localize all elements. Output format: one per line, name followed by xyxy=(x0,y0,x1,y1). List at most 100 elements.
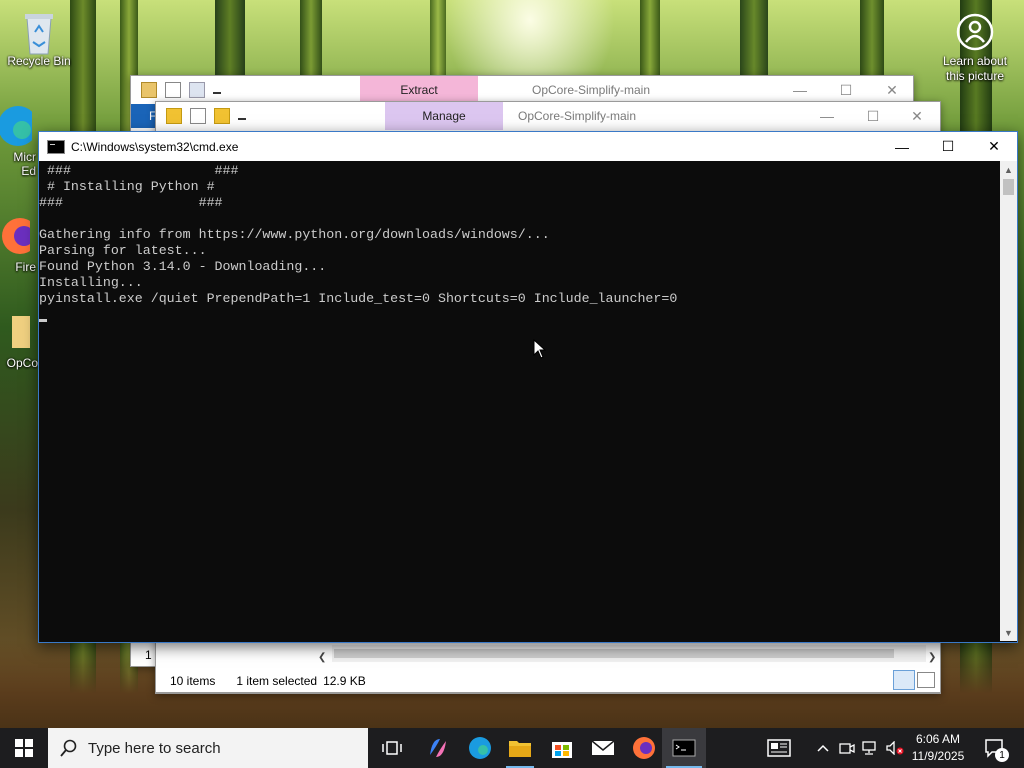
volume-muted-icon xyxy=(886,741,904,755)
clock-date: 11/9/2025 xyxy=(911,749,965,763)
folder-icon xyxy=(509,741,531,757)
learn-about-picture[interactable]: Learn about this picture xyxy=(936,12,1014,84)
scrollbar-thumb[interactable] xyxy=(334,649,894,658)
status-size: 12.9 KB xyxy=(323,674,366,688)
camera-icon xyxy=(839,743,855,754)
system-clock[interactable]: 6:06 AM 11/9/2025 xyxy=(903,731,973,765)
horizontal-scrollbar[interactable] xyxy=(332,645,926,662)
zip-folder-icon xyxy=(141,82,157,98)
edge-icon xyxy=(0,104,38,148)
text-cursor xyxy=(39,319,47,322)
mouse-pointer-icon xyxy=(533,338,547,362)
status-items: 10 items xyxy=(170,674,216,688)
cmd-titlebar[interactable]: C:\Windows\system32\cmd.exe — ☐ ✕ xyxy=(39,132,1017,161)
status-selected: 1 item selected xyxy=(236,674,318,688)
scroll-up-icon[interactable]: ▲ xyxy=(1000,161,1017,178)
desktop-icon-label: Fire xyxy=(15,260,36,274)
console-output[interactable]: ### ### # Installing Python # ### ### Ga… xyxy=(39,161,1000,643)
notification-badge: 1 xyxy=(995,748,1009,762)
explorer-titlebar[interactable]: Extract OpCore-Simplify-main — ☐ ✕ xyxy=(131,76,913,104)
notifications-button[interactable]: 1 xyxy=(980,728,1010,768)
desktop-icon-opcore-folder[interactable]: OpCo xyxy=(0,310,38,370)
scroll-left-icon[interactable]: ❮ xyxy=(318,652,326,663)
firefox-icon xyxy=(633,737,655,759)
minimize-button[interactable]: — xyxy=(804,102,850,130)
cmd-icon xyxy=(672,739,696,757)
news-icon xyxy=(767,739,791,757)
tab-extract[interactable]: Extract xyxy=(360,76,478,104)
desktop-icon-label: Recycle Bin xyxy=(7,54,71,68)
properties-icon[interactable] xyxy=(190,108,206,124)
recycle-bin-icon xyxy=(17,8,61,55)
scroll-right-icon[interactable]: ❯ xyxy=(928,652,936,663)
cmd-window[interactable]: C:\Windows\system32\cmd.exe — ☐ ✕ ### ##… xyxy=(38,131,1018,643)
learn-about-label: Learn about this picture xyxy=(942,54,1008,83)
new-folder-icon[interactable] xyxy=(189,82,205,98)
minimize-button[interactable]: — xyxy=(777,76,823,104)
camera-info-icon xyxy=(955,12,995,52)
file-tab[interactable]: F xyxy=(131,104,157,128)
close-button[interactable]: ✕ xyxy=(869,76,915,104)
minimize-button[interactable]: — xyxy=(879,132,925,161)
edge-icon xyxy=(469,737,491,759)
scrollbar-thumb[interactable] xyxy=(1003,179,1014,195)
chevron-down-icon[interactable] xyxy=(238,112,246,120)
taskbar-store[interactable] xyxy=(542,728,582,768)
taskbar-edge[interactable] xyxy=(460,728,500,768)
console-line: ### ### xyxy=(39,195,223,210)
search-icon xyxy=(60,739,77,757)
desktop-icon-edge[interactable]: Micr Ed xyxy=(0,104,40,178)
console-line: Gathering info from https://www.python.o… xyxy=(39,227,550,242)
details-view-icon[interactable] xyxy=(893,670,915,690)
taskbar-file-explorer[interactable] xyxy=(500,728,540,768)
windows-logo-icon xyxy=(15,739,33,757)
maximize-button[interactable]: ☐ xyxy=(850,102,896,130)
close-button[interactable]: ✕ xyxy=(894,102,940,130)
console-line: Parsing for latest... xyxy=(39,243,207,258)
task-view-icon xyxy=(382,741,402,755)
taskbar-cmd[interactable] xyxy=(662,728,706,768)
console-line: ### ### xyxy=(39,163,239,178)
folder-icon xyxy=(0,310,32,354)
tab-manage[interactable]: Manage xyxy=(385,102,503,130)
desktop-icon-label: Micr Ed xyxy=(13,150,36,178)
start-button[interactable] xyxy=(4,728,44,768)
desktop-icon-recycle-bin[interactable]: Recycle Bin xyxy=(2,8,76,68)
chevron-down-icon[interactable] xyxy=(213,86,221,94)
cmd-icon xyxy=(47,139,65,154)
network-button[interactable] xyxy=(860,728,882,768)
taskbar-mail[interactable] xyxy=(583,728,623,768)
properties-icon[interactable] xyxy=(165,82,181,98)
console-line: pyinstall.exe /quiet PrependPath=1 Inclu… xyxy=(39,291,678,306)
status-bar: 10 items 1 item selected 12.9 KB xyxy=(170,674,366,688)
search-box[interactable]: Type here to search xyxy=(48,728,368,768)
clock-time: 6:06 AM xyxy=(915,732,961,746)
maximize-button[interactable]: ☐ xyxy=(823,76,869,104)
news-widget-button[interactable] xyxy=(762,728,796,768)
quick-access-toolbar xyxy=(166,108,246,124)
explorer-status-area: ❮ ❯ 10 items 1 item selected 12.9 KB xyxy=(155,641,941,693)
chevron-up-icon xyxy=(817,744,829,752)
new-folder-icon[interactable] xyxy=(214,108,230,124)
quick-access-toolbar xyxy=(141,82,221,98)
task-view-button[interactable] xyxy=(372,728,412,768)
folder-icon xyxy=(166,108,182,124)
large-icons-view-icon[interactable] xyxy=(917,672,935,688)
copilot-icon xyxy=(430,739,446,757)
console-cursor-line xyxy=(39,307,1000,323)
close-button[interactable]: ✕ xyxy=(971,132,1017,161)
desktop-icon-label: OpCo xyxy=(6,356,38,370)
taskbar-firefox[interactable] xyxy=(624,728,664,768)
meet-now-button[interactable] xyxy=(836,728,858,768)
explorer-titlebar[interactable]: Manage OpCore-Simplify-main — ☐ ✕ xyxy=(156,102,940,130)
scroll-down-icon[interactable]: ▼ xyxy=(1000,624,1017,641)
maximize-button[interactable]: ☐ xyxy=(925,132,971,161)
desktop-icon-firefox[interactable]: Fire xyxy=(0,214,38,274)
vertical-scrollbar[interactable]: ▲ ▼ xyxy=(1000,161,1017,641)
console-line: # Installing Python # xyxy=(39,179,215,194)
firefox-icon xyxy=(0,214,38,258)
window-title: OpCore-Simplify-main xyxy=(518,109,637,123)
taskbar-copilot[interactable] xyxy=(418,728,458,768)
show-hidden-icons-button[interactable] xyxy=(812,728,834,768)
console-line: Installing... xyxy=(39,275,143,290)
